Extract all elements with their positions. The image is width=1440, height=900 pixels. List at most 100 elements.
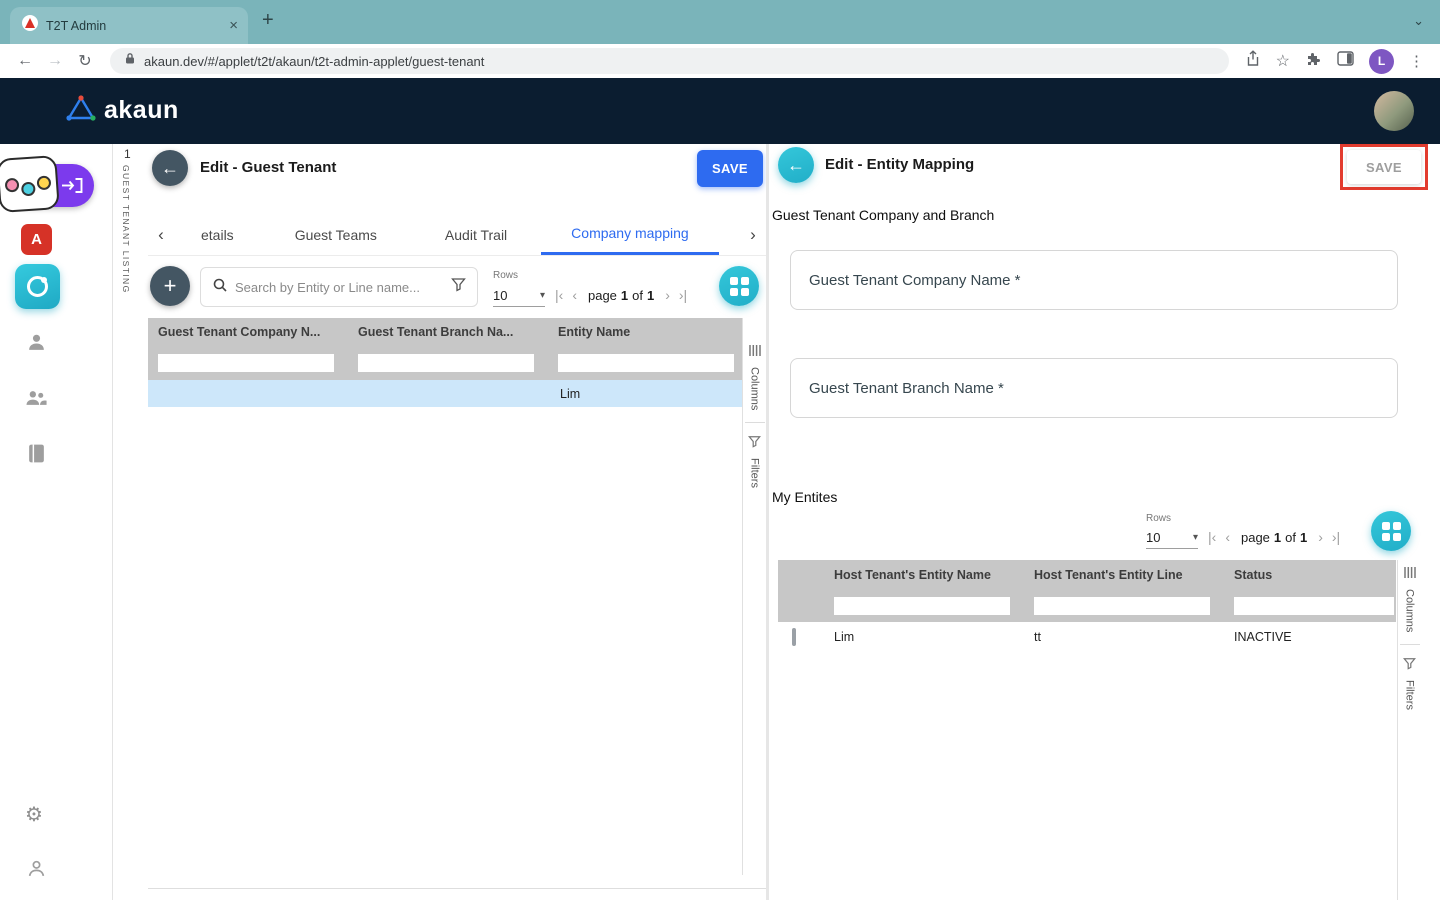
workspace: A ⚙ 1 GUEST TENANT LISTING ← Edit - G (0, 144, 1440, 900)
tab-scroll-right-icon[interactable]: › (740, 225, 766, 245)
table-side-tools: Columns Filters (1398, 560, 1421, 710)
favicon-icon (22, 15, 38, 36)
back-button-entity-mapping[interactable]: ← (778, 147, 814, 183)
extensions-icon[interactable] (1305, 50, 1322, 72)
branch-filter-input[interactable] (358, 354, 534, 372)
last-page-icon[interactable]: ›| (679, 287, 687, 303)
search-icon (212, 277, 228, 298)
rows-per-page-select[interactable]: 10 ▾ (493, 285, 545, 307)
columns-icon[interactable] (1403, 566, 1417, 584)
status-filter-input[interactable] (1234, 597, 1394, 615)
filters-funnel-icon[interactable] (1403, 657, 1416, 675)
tab-close-icon[interactable]: × (229, 17, 238, 34)
sticker-dot (5, 178, 20, 193)
row-checkbox[interactable] (792, 628, 796, 646)
rows-label: Rows (493, 270, 518, 281)
rows-value: 10 (493, 288, 507, 303)
save-button-guest-tenant[interactable]: SAVE (697, 150, 763, 187)
person-icon[interactable] (26, 332, 47, 358)
forward-button[interactable]: → (40, 52, 70, 70)
pdf-applet-icon[interactable]: A (21, 224, 52, 255)
table-header-row: Host Tenant's Entity Name Host Tenant's … (778, 560, 1396, 590)
table-row[interactable]: Lim tt INACTIVE (778, 622, 1396, 652)
chevron-down-icon: ▾ (1193, 532, 1198, 543)
prev-page-icon[interactable]: ‹ (1225, 529, 1230, 545)
browser-menu-icon[interactable]: ⋮ (1409, 52, 1424, 70)
browser-profile-avatar[interactable]: L (1369, 49, 1394, 74)
grid-view-button[interactable] (1371, 511, 1411, 551)
bookmark-star-icon[interactable]: ☆ (1276, 51, 1290, 71)
column-header-entity[interactable]: Entity Name (548, 325, 742, 339)
columns-tool[interactable]: Columns (749, 367, 761, 410)
address-bar[interactable]: akaun.dev/#/applet/t2t/akaun/t2t-admin-a… (110, 48, 1229, 74)
filters-tool[interactable]: Filters (749, 458, 761, 488)
column-header-entity-name[interactable]: Host Tenant's Entity Name (824, 568, 1024, 582)
browser-tabbar: T2T Admin × + ⌄ (0, 0, 1440, 44)
tab-details[interactable]: etails (174, 214, 261, 255)
guest-tenant-company-name-field[interactable]: Guest Tenant Company Name * (790, 250, 1398, 310)
tab-scroll-left-icon[interactable]: ‹ (148, 225, 174, 245)
cell-entity-name: Lim (824, 630, 1024, 644)
user-avatar[interactable] (1374, 91, 1414, 131)
company-filter-input[interactable] (158, 354, 334, 372)
save-button-entity-mapping[interactable]: SAVE (1347, 150, 1421, 184)
first-page-icon[interactable]: |‹ (555, 287, 563, 303)
branch-field-label: Guest Tenant Branch Name * (809, 380, 1004, 397)
new-tab-button[interactable]: + (262, 9, 274, 32)
add-button[interactable]: + (150, 266, 190, 306)
grid-icon (1382, 522, 1401, 541)
sticker-dot (21, 182, 36, 197)
table-side-tools: Columns Filters (743, 318, 766, 488)
filters-funnel-icon[interactable] (748, 435, 761, 453)
column-header-entity-line[interactable]: Host Tenant's Entity Line (1024, 568, 1224, 582)
back-button-guest-tenant[interactable]: ← (152, 150, 188, 186)
columns-icon[interactable] (748, 344, 762, 362)
last-page-icon[interactable]: ›| (1332, 529, 1340, 545)
cell-entity: Lim (548, 387, 742, 401)
next-page-icon[interactable]: › (665, 287, 670, 303)
browser-tab[interactable]: T2T Admin × (10, 7, 248, 44)
tab-audit-trail[interactable]: Audit Trail (411, 214, 541, 255)
entity-mapping-panel: ← Edit - Entity Mapping SAVE Guest Tenan… (770, 144, 1440, 900)
entity-line-filter-input[interactable] (1034, 597, 1210, 615)
people-icon[interactable] (24, 388, 48, 412)
reload-button[interactable]: ↻ (70, 51, 100, 71)
table-row[interactable]: Lim (148, 380, 742, 407)
guest-tenant-panel-title: Edit - Guest Tenant (200, 159, 336, 176)
guest-tenant-panel: ← Edit - Guest Tenant SAVE ‹ etails Gues… (148, 144, 766, 889)
next-page-icon[interactable]: › (1318, 529, 1323, 545)
book-icon[interactable] (27, 443, 46, 469)
column-header-branch[interactable]: Guest Tenant Branch Na... (348, 325, 548, 339)
sticker-dot (36, 175, 51, 190)
filter-funnel-icon[interactable] (451, 277, 466, 297)
column-header-status[interactable]: Status (1224, 568, 1396, 582)
tab-title: T2T Admin (46, 19, 221, 33)
entity-filter-input[interactable] (558, 354, 734, 372)
table-header-row: Guest Tenant Company N... Guest Tenant B… (148, 318, 742, 346)
filters-tool[interactable]: Filters (1404, 680, 1416, 710)
gear-icon[interactable]: ⚙ (25, 802, 43, 827)
columns-tool[interactable]: Columns (1404, 589, 1416, 632)
prev-page-icon[interactable]: ‹ (572, 287, 577, 303)
rows-label: Rows (1146, 513, 1171, 524)
entity-mapping-panel-title: Edit - Entity Mapping (825, 156, 974, 173)
active-applet-icon[interactable] (15, 264, 60, 309)
back-button[interactable]: ← (10, 52, 40, 70)
grid-view-button[interactable] (719, 266, 759, 306)
url-text: akaun.dev/#/applet/t2t/akaun/t2t-admin-a… (144, 54, 484, 69)
entity-name-filter-input[interactable] (834, 597, 1010, 615)
guest-tenant-branch-name-field[interactable]: Guest Tenant Branch Name * (790, 358, 1398, 418)
tab-company-mapping[interactable]: Company mapping (541, 214, 719, 255)
user-group-sticker-icon[interactable] (0, 155, 60, 213)
first-page-icon[interactable]: |‹ (1208, 529, 1216, 545)
column-header-company[interactable]: Guest Tenant Company N... (148, 325, 348, 339)
tab-overflow-icon[interactable]: ⌄ (1413, 13, 1424, 29)
my-entities-table: Host Tenant's Entity Name Host Tenant's … (778, 560, 1396, 652)
tab-guest-teams[interactable]: Guest Teams (261, 214, 411, 255)
share-icon[interactable] (1245, 50, 1261, 72)
rows-per-page-select[interactable]: 10 ▾ (1146, 527, 1198, 549)
cell-entity-line: tt (1024, 630, 1224, 644)
side-panel-icon[interactable] (1337, 51, 1354, 71)
search-input[interactable] (235, 280, 444, 295)
person-outline-icon[interactable] (26, 858, 47, 884)
